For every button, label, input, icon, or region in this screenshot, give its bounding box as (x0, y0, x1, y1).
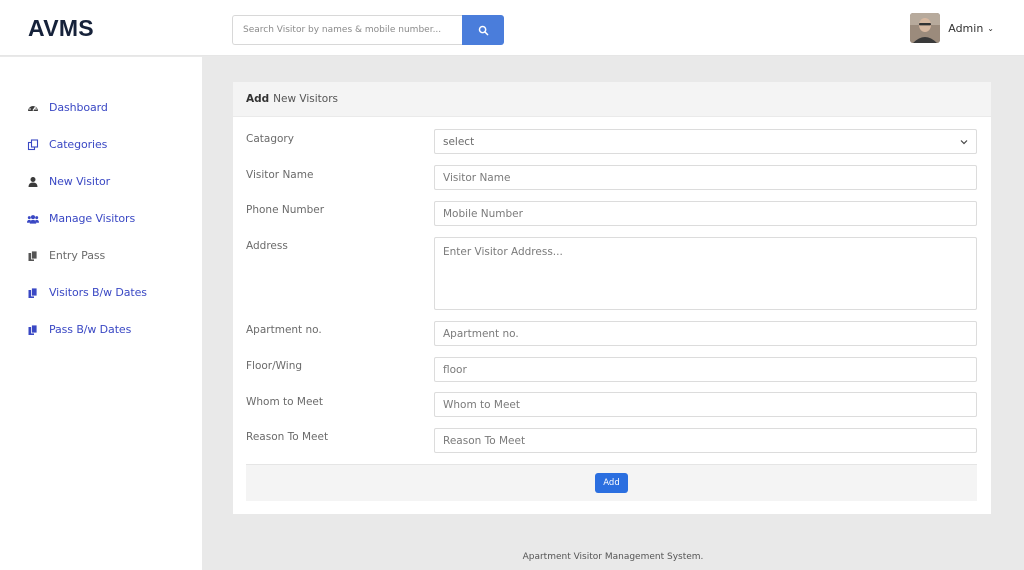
sidebar-item-label: Entry Pass (49, 249, 106, 262)
search-bar (232, 15, 504, 45)
sidebar-item-label: Categories (49, 138, 108, 151)
sidebar-item-label: Pass B/w Dates (49, 323, 132, 336)
reason-label: Reason To Meet (246, 431, 329, 443)
user-menu[interactable]: Admin ⌄ (910, 13, 994, 43)
visitor-name-input[interactable] (434, 165, 977, 190)
add-button[interactable]: Add (595, 473, 628, 493)
address-label: Address (246, 240, 288, 252)
sidebar-item-label: New Visitor (49, 175, 111, 188)
category-select[interactable]: select (434, 129, 977, 154)
sidebar: Dashboard Categories New Visitor Manage … (0, 57, 202, 570)
sidebar-nav: Dashboard Categories New Visitor Manage … (0, 57, 202, 348)
chevron-down-icon: ⌄ (987, 23, 994, 33)
chevron-down-icon (960, 139, 968, 144)
sidebar-item-label: Dashboard (49, 101, 108, 114)
sidebar-item-dashboard[interactable]: Dashboard (0, 89, 202, 126)
user-name: Admin (948, 21, 984, 35)
add-visitor-panel: Add New Visitors Catagory select Visitor… (233, 82, 991, 514)
whom-label: Whom to Meet (246, 396, 324, 408)
category-label: Catagory (246, 133, 294, 145)
sidebar-item-pass-bw-dates[interactable]: Pass B/w Dates (0, 311, 202, 348)
floor-input[interactable] (434, 357, 977, 382)
whom-input[interactable] (434, 392, 977, 417)
dashboard-icon (27, 102, 39, 114)
brand-logo[interactable]: AVMS (0, 0, 202, 56)
avatar (910, 13, 941, 43)
search-button[interactable] (462, 15, 504, 45)
sidebar-item-entry-pass[interactable]: Entry Pass (0, 237, 202, 274)
files-icon (27, 287, 39, 299)
search-icon (478, 25, 488, 35)
panel-title: New Visitors (273, 93, 338, 105)
floor-label: Floor/Wing (246, 360, 303, 372)
sidebar-item-label: Visitors B/w Dates (49, 286, 147, 299)
address-textarea[interactable] (434, 237, 977, 310)
user-icon (27, 176, 39, 188)
sidebar-item-label: Manage Visitors (49, 212, 136, 225)
phone-input[interactable] (434, 201, 977, 226)
sidebar-item-visitors-bw-dates[interactable]: Visitors B/w Dates (0, 274, 202, 311)
users-icon (27, 213, 39, 225)
sidebar-item-manage-visitors[interactable]: Manage Visitors (0, 200, 202, 237)
panel-header: Add New Visitors (233, 82, 991, 117)
sidebar-item-new-visitor[interactable]: New Visitor (0, 163, 202, 200)
apartment-input[interactable] (434, 321, 977, 346)
files-icon (27, 324, 39, 336)
footer-text: Apartment Visitor Management System. (522, 552, 704, 562)
copy-icon (27, 138, 39, 151)
search-input[interactable] (232, 15, 462, 45)
reason-input[interactable] (434, 428, 977, 453)
panel-title-bold: Add (246, 93, 270, 105)
files-icon (27, 250, 39, 262)
phone-label: Phone Number (246, 204, 325, 216)
sidebar-item-categories[interactable]: Categories (0, 126, 202, 163)
form-footer: Add (246, 464, 977, 501)
top-bar: AVMS Admin ⌄ (0, 0, 1024, 56)
category-value: select (443, 135, 475, 148)
apartment-label: Apartment no. (246, 324, 322, 336)
visitor-name-label: Visitor Name (246, 169, 314, 181)
